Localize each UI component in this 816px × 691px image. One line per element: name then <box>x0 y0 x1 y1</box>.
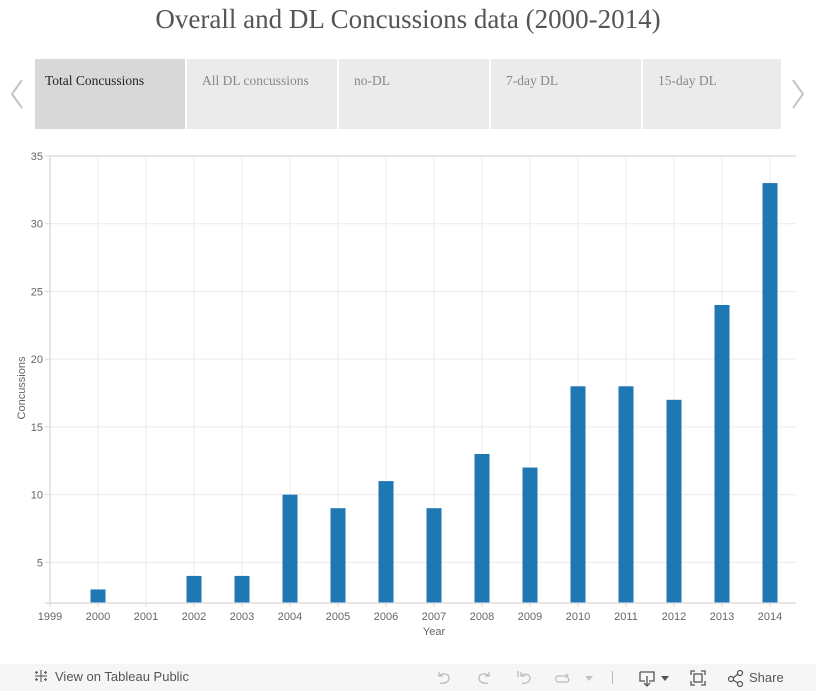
refresh-dropdown[interactable] <box>579 668 599 688</box>
bar-2006 <box>378 481 394 603</box>
y-tick-label: 20 <box>31 354 43 366</box>
x-tick-label: 2014 <box>758 611 782 623</box>
fullscreen-icon <box>690 670 706 686</box>
caret-down-icon <box>585 676 593 681</box>
bar-2007 <box>426 508 442 603</box>
chevron-right-icon <box>792 79 805 109</box>
x-tick-label: 2002 <box>182 611 206 623</box>
bar-2002 <box>186 575 202 603</box>
undo-icon <box>438 672 450 684</box>
dashboard-title: Overall and DL Concussions data (2000-20… <box>155 4 661 34</box>
redo-button[interactable] <box>474 668 494 688</box>
bar-2010 <box>570 386 586 603</box>
bar-2005 <box>330 508 346 603</box>
undo-button[interactable] <box>434 668 454 688</box>
tab-all-dl-concussions[interactable]: All DL concussions <box>187 59 337 129</box>
bar-2011 <box>618 386 634 603</box>
view-on-tableau-label: View on Tableau Public <box>55 668 189 684</box>
bar-2012 <box>666 399 682 603</box>
share-icon <box>727 669 744 688</box>
download-button[interactable] <box>637 668 657 688</box>
chart-area: 5 10 15 20 25 30 35 1999 2000 2001 2002 2003 2004 200… <box>0 140 816 652</box>
x-tick-label: 2008 <box>470 611 494 623</box>
tab-total-concussions[interactable]: Total Concussions <box>35 59 185 129</box>
bar-2013 <box>714 305 730 603</box>
x-tick-label: 2000 <box>86 611 110 623</box>
share-button[interactable] <box>726 668 746 688</box>
y-tick-label: 30 <box>31 219 43 231</box>
x-tick-label: 2009 <box>518 611 542 623</box>
bar-2009 <box>522 467 538 603</box>
x-tick-label: 2010 <box>566 611 590 623</box>
x-tick-label: 2013 <box>710 611 734 623</box>
tab-15-day-dl[interactable]: 15-day DL <box>643 59 781 129</box>
caret-down-icon <box>661 676 669 681</box>
x-tick-label: 2004 <box>278 611 302 623</box>
y-tick-label: 5 <box>37 557 43 569</box>
story-tabs: Total Concussions All DL concussions no-… <box>35 59 783 129</box>
refresh-icon <box>555 673 570 683</box>
redo-icon <box>478 672 490 684</box>
toolbar-divider <box>612 671 613 684</box>
y-axis-title: Concussions <box>16 356 28 419</box>
previous-tab-arrow[interactable] <box>7 78 27 110</box>
x-tick-label: 2003 <box>230 611 254 623</box>
y-tick-label: 35 <box>31 151 43 163</box>
x-tick-label: 2012 <box>662 611 686 623</box>
tab-no-dl[interactable]: no-DL <box>339 59 489 129</box>
bar-2008 <box>474 454 490 603</box>
chevron-left-icon <box>10 79 23 109</box>
download-icon <box>639 671 655 687</box>
share-label[interactable]: Share <box>749 670 784 685</box>
x-tick-label: 2005 <box>326 611 350 623</box>
revert-button[interactable] <box>514 668 534 688</box>
bar-2000 <box>90 589 106 603</box>
view-on-tableau-link[interactable]: View on Tableau Public <box>33 668 189 684</box>
y-tick-label: 10 <box>31 490 43 502</box>
revert-icon <box>517 671 531 684</box>
bar-chart: 5 10 15 20 25 30 35 1999 2000 2001 2002 2003 2004 200… <box>16 151 796 638</box>
refresh-button[interactable] <box>552 668 572 688</box>
x-tick-label: 2007 <box>422 611 446 623</box>
x-axis-title: Year <box>423 626 446 638</box>
tableau-toolbar: View on Tableau Public Share <box>0 664 816 691</box>
bar-2003 <box>234 575 250 603</box>
x-tick-label: 1999 <box>38 611 62 623</box>
x-tick-label: 2001 <box>134 611 158 623</box>
x-tick-label: 2011 <box>614 611 638 623</box>
bar-2014 <box>762 183 778 603</box>
download-dropdown[interactable] <box>655 668 675 688</box>
y-tick-label: 25 <box>31 286 43 298</box>
x-tick-label: 2006 <box>374 611 398 623</box>
y-tick-label: 15 <box>31 422 43 434</box>
tab-7-day-dl[interactable]: 7-day DL <box>491 59 641 129</box>
tableau-logo-icon <box>35 670 47 682</box>
bar-2004 <box>282 494 298 603</box>
fullscreen-button[interactable] <box>688 668 708 688</box>
next-tab-arrow[interactable] <box>788 78 808 110</box>
